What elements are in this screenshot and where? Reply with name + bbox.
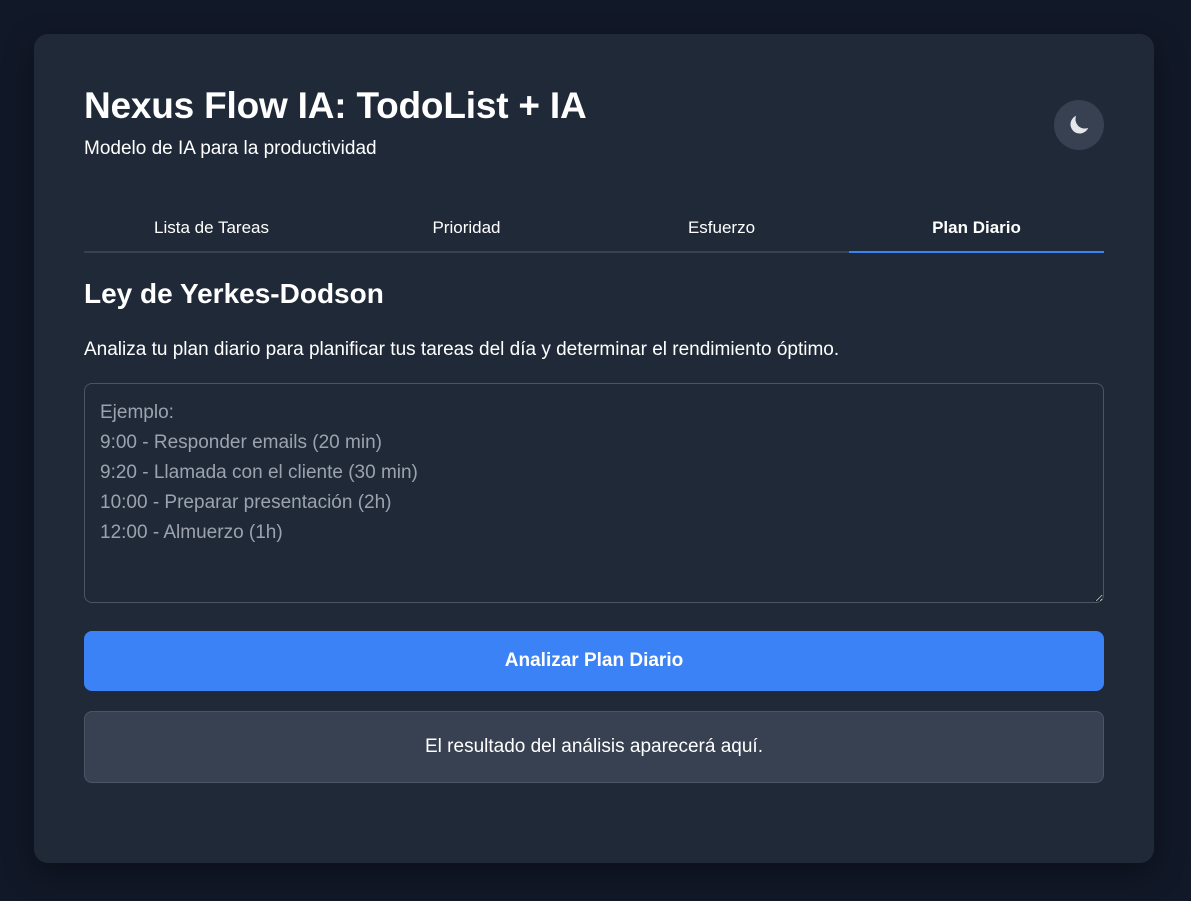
header: Nexus Flow IA: TodoList + IA Modelo de I…: [84, 84, 1104, 164]
section-title: Ley de Yerkes-Dodson: [84, 278, 384, 309]
tab-plan-diario[interactable]: Plan Diario: [849, 207, 1104, 253]
daily-plan-textarea[interactable]: [84, 383, 1104, 603]
app-title: Nexus Flow IA: TodoList + IA: [84, 85, 587, 126]
result-text: El resultado del análisis aparecerá aquí…: [425, 736, 763, 757]
tab-prioridad[interactable]: Prioridad: [339, 207, 594, 251]
tab-bar: Lista de Tareas Prioridad Esfuerzo Plan …: [84, 207, 1104, 253]
moon-icon: [1066, 112, 1092, 138]
theme-toggle-button[interactable]: [1054, 100, 1104, 150]
tab-lista-de-tareas[interactable]: Lista de Tareas: [84, 207, 339, 251]
main-card: Nexus Flow IA: TodoList + IA Modelo de I…: [34, 34, 1154, 863]
analyze-plan-button[interactable]: Analizar Plan Diario: [84, 631, 1104, 691]
tab-esfuerzo[interactable]: Esfuerzo: [594, 207, 849, 251]
result-panel: El resultado del análisis aparecerá aquí…: [84, 711, 1104, 783]
section-description: Analiza tu plan diario para planificar t…: [84, 339, 840, 360]
app-subtitle: Modelo de IA para la productividad: [84, 138, 377, 159]
